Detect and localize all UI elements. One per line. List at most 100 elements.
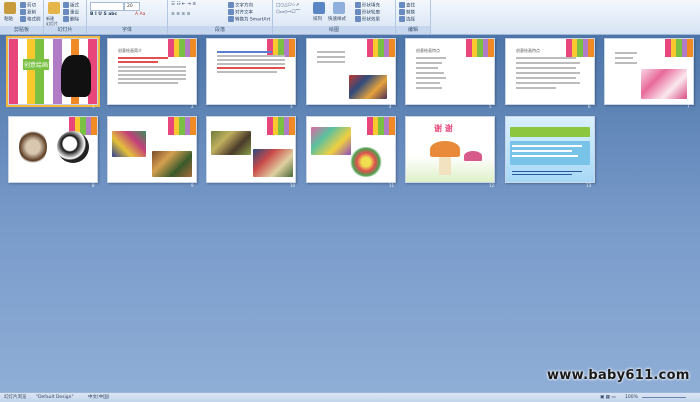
text-line: [416, 87, 442, 89]
new-slide-button[interactable]: 新建 幻灯片: [46, 16, 58, 26]
slide-number: 9: [191, 183, 194, 188]
slide-number: 10: [290, 183, 296, 188]
zoom-slider[interactable]: [642, 397, 686, 398]
color-stripes: [665, 39, 693, 57]
replace-button[interactable]: 替换: [399, 9, 415, 16]
slide-thumbnail-13[interactable]: [505, 116, 595, 183]
text-line: [217, 55, 285, 57]
slide-thumbnail-6[interactable]: 创意绘画特点: [505, 38, 595, 105]
replace-icon: [399, 9, 405, 15]
artwork-photo: [349, 147, 383, 177]
slide-thumbnail-10[interactable]: [206, 116, 296, 183]
slide-title: 创意绘画: [23, 59, 50, 70]
text-line: [615, 52, 637, 54]
slide-title: 创意绘画简介: [118, 48, 142, 53]
paste-icon[interactable]: [4, 2, 16, 14]
text-line: [516, 87, 556, 89]
artwork-photo: [211, 131, 251, 155]
layout-button[interactable]: 版式: [63, 2, 79, 9]
cut-button[interactable]: 剪切: [20, 2, 36, 9]
slide-thumbnail-3[interactable]: [206, 38, 296, 105]
text-line: [615, 57, 633, 59]
fill-icon: [355, 2, 361, 8]
color-stripes: [267, 117, 295, 135]
slide-thumbnail-12[interactable]: 谢 谢: [405, 116, 495, 183]
color-stripes: [168, 117, 196, 135]
slide-number: 4: [389, 104, 392, 109]
font-color-buttons[interactable]: A Aa: [135, 12, 145, 17]
smartart-button[interactable]: 转换为 SmartArt: [228, 16, 270, 23]
slide-number: 12: [489, 183, 495, 188]
slide-thumbnail-4[interactable]: [306, 38, 396, 105]
text-line: [317, 61, 345, 63]
list-buttons[interactable]: ☰ ☷ ⇤ ⇥ ≡: [171, 2, 196, 7]
text-direction-icon: [228, 2, 234, 8]
mushroom-illustration: [464, 151, 482, 161]
slide-thumbnail-9[interactable]: [107, 116, 197, 183]
slide-number: 13: [586, 183, 592, 188]
slide-thumbnail-2[interactable]: 创意绘画简介: [107, 38, 197, 105]
delete-icon: [63, 16, 69, 22]
silhouette-image: [61, 55, 91, 97]
text-line: [118, 82, 178, 84]
shape-fill-button[interactable]: 形状填充: [355, 2, 380, 9]
slide-thumbnail-11[interactable]: [306, 116, 396, 183]
text-line: [118, 78, 186, 80]
text-line: [118, 66, 186, 68]
text-line: [217, 51, 272, 53]
select-button[interactable]: 选择: [399, 16, 415, 23]
shapes-gallery[interactable]: □○△⬠☆↗ ⬡▭◇⇨☐⌒: [276, 2, 300, 16]
new-slide-icon[interactable]: [48, 2, 60, 14]
slide-thumbnail-1[interactable]: 创意绘画: [6, 36, 100, 107]
find-button[interactable]: 查找: [399, 2, 415, 9]
text-line: [217, 59, 285, 61]
quick-styles-icon[interactable]: [333, 2, 345, 14]
paragraph-group: ☰ ☷ ⇤ ⇥ ≡ 文字方向 ≡ ≡ ≡ ≡ 对齐文本 转换为 SmartArt…: [168, 0, 273, 34]
text-line: [516, 62, 580, 64]
clipboard-group: 粘贴 剪切 复制 格式刷 剪贴板: [0, 0, 44, 34]
text-line: [118, 70, 186, 72]
slide-thumbnail-5[interactable]: 创意绘画特点: [405, 38, 495, 105]
align-text-button[interactable]: 对齐文本: [228, 9, 253, 16]
slide-title: 创意绘画特点: [516, 48, 540, 53]
reset-button[interactable]: 重设: [63, 9, 79, 16]
slide-thumbnail-7[interactable]: [604, 38, 694, 105]
text-line: [416, 62, 442, 64]
slide-thumbnail-8[interactable]: [8, 116, 98, 183]
font-name-combo[interactable]: [90, 2, 124, 11]
find-icon: [399, 2, 405, 8]
effects-icon: [355, 16, 361, 22]
text-line: [512, 150, 572, 152]
shape-outline-button[interactable]: 形状轮廓: [355, 9, 380, 16]
color-stripes: [168, 39, 196, 57]
font-size-combo[interactable]: 20: [124, 2, 140, 11]
arrange-icon[interactable]: [313, 2, 325, 14]
text-line: [516, 82, 580, 84]
text-direction-button[interactable]: 文字方向: [228, 2, 253, 9]
slide-title: 创意绘画特点: [416, 48, 440, 53]
slide-number: 1: [92, 104, 95, 109]
font-group-label: 字体: [87, 26, 167, 34]
delete-slide-button[interactable]: 删除: [63, 16, 79, 23]
smartart-icon: [228, 16, 234, 22]
align-buttons[interactable]: ≡ ≡ ≡ ≡: [171, 12, 190, 17]
text-line: [416, 77, 446, 79]
text-line: [217, 63, 285, 65]
circle-drawing: [57, 131, 89, 163]
arrange-button[interactable]: 排列: [313, 16, 322, 22]
text-line: [512, 174, 572, 175]
text-line: [217, 67, 285, 69]
font-format-buttons[interactable]: B I U S abc: [90, 12, 117, 17]
drawing-group: □○△⬠☆↗ ⬡▭◇⇨☐⌒ 排列 快速样式 形状填充 形状轮廓 形状效果 绘图: [273, 0, 396, 34]
format-painter-button[interactable]: 格式刷: [20, 16, 41, 23]
watermark-text: www.baby611.com: [547, 368, 690, 383]
text-line: [317, 56, 345, 58]
slide-number: 3: [290, 104, 293, 109]
text-line: [516, 72, 580, 74]
quick-styles-button[interactable]: 快速样式: [328, 16, 346, 22]
artwork-photo: [349, 75, 387, 99]
align-text-icon: [228, 9, 234, 15]
paste-button[interactable]: 粘贴: [4, 16, 13, 22]
shape-effects-button[interactable]: 形状效果: [355, 16, 380, 23]
copy-button[interactable]: 复制: [20, 9, 36, 16]
